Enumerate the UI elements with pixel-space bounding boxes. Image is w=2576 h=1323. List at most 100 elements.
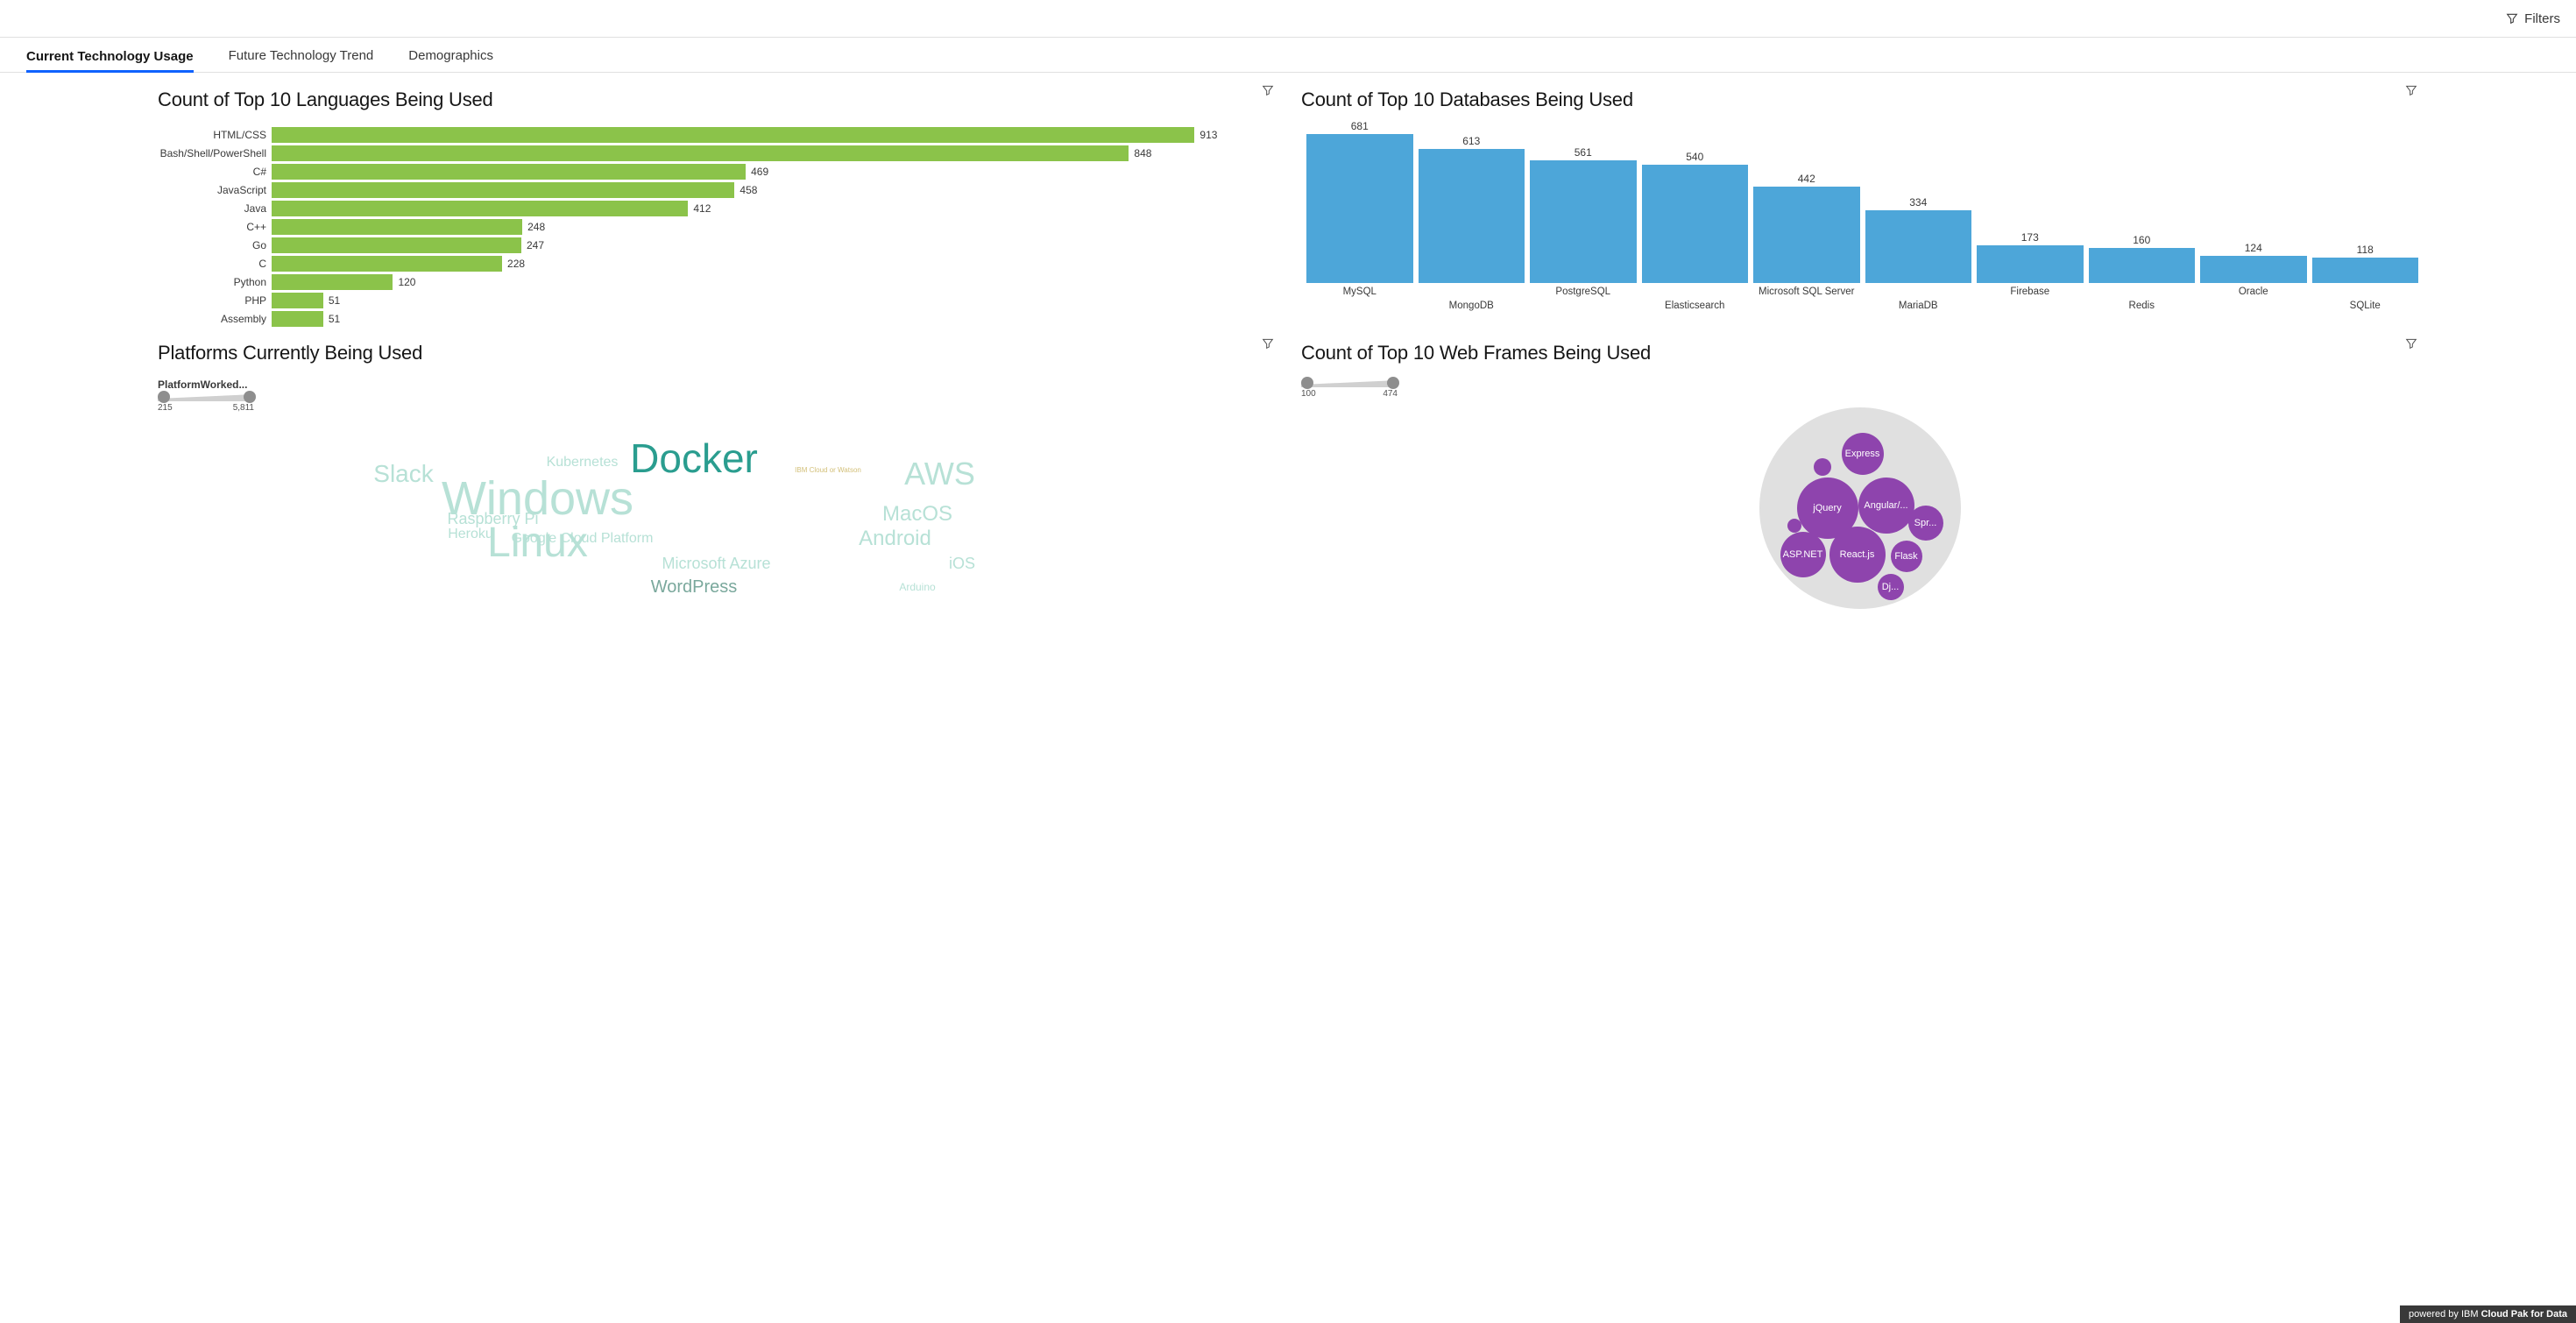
size-slider-platforms[interactable]: PlatformWorked... 215 5,811 (158, 379, 254, 413)
wordcloud-word[interactable]: IBM Cloud or Watson (795, 467, 861, 474)
bar[interactable] (1642, 165, 1749, 283)
bubble-label: jQuery (1813, 503, 1841, 513)
bar[interactable] (272, 164, 746, 180)
bar-category-label: HTML/CSS (158, 129, 272, 141)
wordcloud-word[interactable]: Android (859, 528, 931, 549)
bar[interactable] (1753, 187, 1860, 283)
bubble-label: Flask (1894, 551, 1917, 562)
slider-knob-max[interactable] (244, 391, 256, 403)
bar-category-label: Python (158, 276, 272, 288)
bar[interactable] (1977, 245, 2084, 283)
bar-category-label: SQLite (2312, 301, 2419, 311)
chart-databases-labels-row2: MySQLMongoDBPostgreSQLElasticsearchMicro… (1301, 301, 2418, 311)
slider-minmax: 215 5,811 (158, 403, 254, 413)
wordcloud-word[interactable]: Microsoft Azure (662, 555, 770, 571)
bar[interactable] (1530, 160, 1637, 283)
bar-category-label: C (158, 258, 272, 270)
bar-category-label: Oracle (2200, 287, 2307, 297)
bubble[interactable]: Dj... (1878, 574, 1904, 600)
chart-cell-databases: Count of Top 10 Databases Being Used 681… (1301, 83, 2418, 328)
bubble[interactable]: ASP.NET (1780, 532, 1826, 577)
wordcloud-word[interactable]: Arduino (899, 582, 935, 592)
bar[interactable] (272, 256, 502, 272)
bar-track: 412 (272, 201, 1275, 216)
bubble[interactable]: Flask (1891, 541, 1922, 572)
bubble[interactable] (1814, 458, 1831, 476)
bar-track: 120 (272, 274, 1275, 290)
dashboard: Count of Top 10 Languages Being Used HTM… (0, 73, 2576, 654)
wordcloud-word[interactable]: Slack (373, 462, 433, 486)
bar-value-label: 412 (693, 202, 711, 215)
bar-value-label: 848 (1134, 147, 1151, 159)
bar[interactable] (272, 182, 734, 198)
bar-row: Assembly51 (158, 309, 1275, 328)
slider-knob-max[interactable] (1387, 377, 1399, 389)
filter-icon[interactable] (1261, 336, 1275, 350)
slider-minmax: 100 474 (1301, 389, 1398, 399)
chart-cell-webframes: Count of Top 10 Web Frames Being Used 10… (1301, 336, 2418, 619)
bubble-label: Angular/... (1864, 500, 1907, 511)
slider-knob-min[interactable] (158, 391, 170, 403)
bar[interactable] (2089, 248, 2196, 283)
bar-row: C228 (158, 254, 1275, 272)
bar[interactable] (2200, 256, 2307, 283)
bar[interactable] (272, 274, 393, 290)
bar-track: 51 (272, 311, 1275, 327)
tab-demographics[interactable]: Demographics (408, 48, 493, 72)
bar-track: 247 (272, 237, 1275, 253)
slider-knob-min[interactable] (1301, 377, 1313, 389)
size-slider-webframes[interactable]: 100 474 (1301, 379, 1398, 399)
wordcloud-word[interactable]: Google Cloud Platform (512, 532, 654, 546)
bubble[interactable] (1787, 519, 1801, 533)
wordcloud-word[interactable]: Docker (630, 438, 758, 478)
slider-track[interactable] (1301, 379, 1398, 387)
bar[interactable] (1306, 134, 1413, 283)
bar[interactable] (1419, 149, 1525, 283)
filter-icon[interactable] (2404, 83, 2418, 97)
chart-databases: 681613561540442334173160124118 (1301, 125, 2418, 283)
bar[interactable] (272, 311, 323, 327)
bar-value-label: 51 (329, 294, 340, 307)
bar-row: Java 412 (158, 199, 1275, 217)
bar[interactable] (272, 237, 521, 253)
chart-cell-languages: Count of Top 10 Languages Being Used HTM… (158, 83, 1275, 328)
tab-current-technology-usage[interactable]: Current Technology Usage (26, 49, 194, 73)
filter-icon[interactable] (2404, 336, 2418, 350)
bar[interactable] (272, 201, 688, 216)
bar-category-label: Java (158, 202, 272, 215)
slider-track[interactable] (158, 393, 254, 401)
bubble[interactable]: Angular/... (1858, 478, 1914, 534)
bubble[interactable]: Express (1842, 433, 1884, 475)
bar-column: 124 (2200, 242, 2307, 283)
bar-row: HTML/CSS913 (158, 125, 1275, 144)
bar-value-label: 118 (2357, 244, 2374, 256)
filter-icon[interactable] (1261, 83, 1275, 97)
bar-column: 173 (1977, 231, 2084, 283)
bar[interactable] (272, 219, 522, 235)
bar-category-label: C# (158, 166, 272, 178)
bubble[interactable]: React.js (1829, 527, 1886, 583)
footer-brand: IBM (2461, 1309, 2479, 1319)
wordcloud-word[interactable]: WordPress (651, 578, 738, 596)
wordcloud-word[interactable]: AWS (904, 458, 975, 490)
bubble[interactable]: Spr... (1908, 506, 1943, 541)
bar-column: 561 (1530, 146, 1637, 283)
filters-button[interactable]: Filters (2505, 11, 2560, 26)
wordcloud-word[interactable]: Kubernetes (547, 456, 619, 470)
bar-category-label: Redis (2089, 301, 2196, 311)
bar-category-label: Elasticsearch (1642, 301, 1749, 311)
wordcloud-word[interactable]: Raspberry Pi (447, 511, 538, 527)
bar[interactable] (272, 293, 323, 308)
bar-column: 681 (1306, 120, 1413, 283)
wordcloud-word[interactable]: Heroku (448, 527, 493, 541)
wordcloud-word[interactable]: MacOS (882, 504, 952, 525)
chart-title: Count of Top 10 Databases Being Used (1301, 88, 2418, 111)
bar[interactable] (272, 145, 1129, 161)
wordcloud-word[interactable]: iOS (949, 555, 975, 571)
bar[interactable] (2312, 258, 2419, 283)
bar-value-label: 442 (1798, 173, 1815, 185)
bar[interactable] (272, 127, 1194, 143)
tab-future-technology-trend[interactable]: Future Technology Trend (229, 48, 374, 72)
bar[interactable] (1865, 210, 1972, 283)
bar-value-label: 248 (527, 221, 545, 233)
